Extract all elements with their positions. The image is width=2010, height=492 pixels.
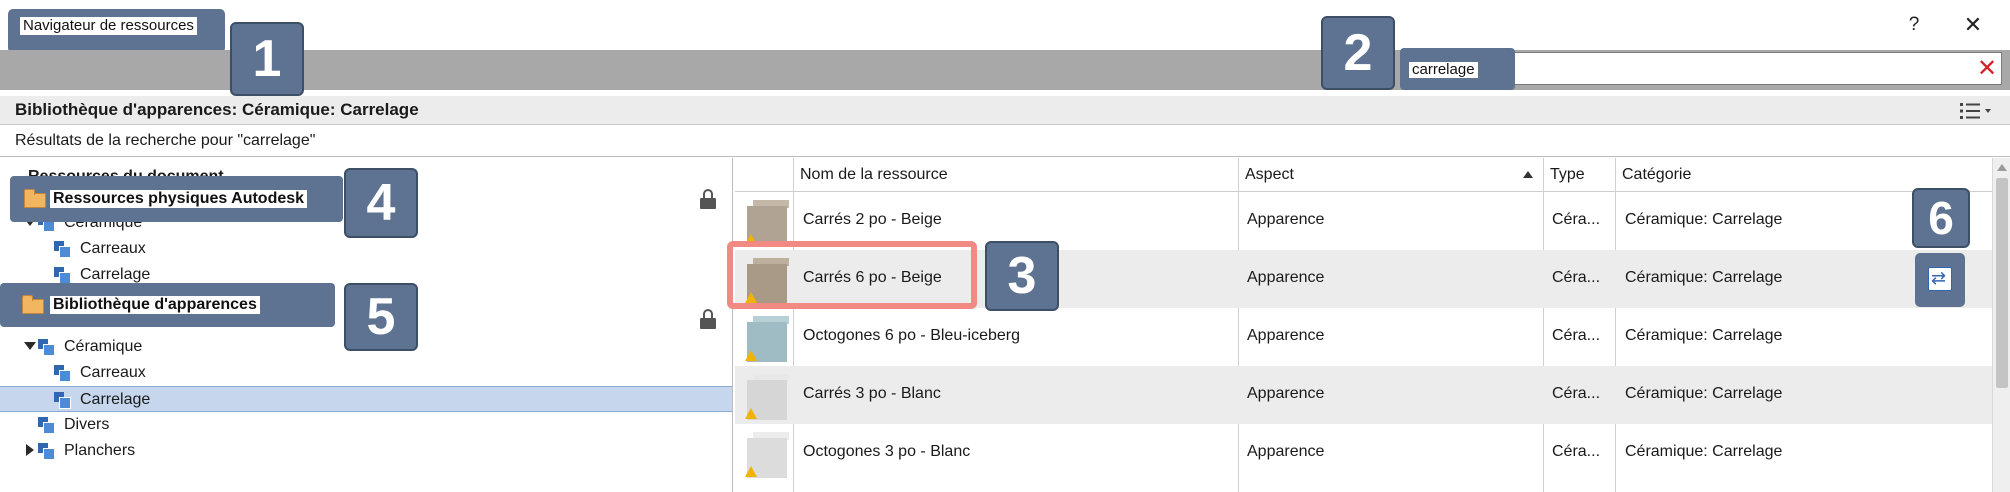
callout-5: 5 [344, 283, 418, 351]
tree-item-carreaux[interactable]: Carreaux [0, 360, 732, 386]
warning-icon [745, 350, 757, 361]
chevron-right-icon[interactable] [26, 444, 34, 456]
replace-resource-button[interactable] [1915, 253, 1965, 307]
search-value-label: carrelage [1400, 48, 1515, 90]
callout-3: 3 [985, 241, 1059, 311]
search-value: carrelage [1409, 62, 1478, 78]
grid-header: Nom de la ressource Aspect Type Catégori… [735, 158, 1992, 192]
folder-icon [22, 295, 44, 314]
material-thumbnail [745, 432, 791, 478]
window-title: Navigateur de ressources [20, 17, 197, 35]
list-view-icon[interactable] [1958, 101, 1994, 121]
lock-icon [700, 309, 716, 329]
callout-6: 6 [1912, 188, 1970, 248]
window-title-label: Navigateur de ressources [8, 9, 225, 53]
vertical-scrollbar[interactable] [1992, 158, 2010, 492]
swap-icon[interactable] [1928, 267, 1952, 291]
breadcrumb-text: Bibliothèque d'apparences: Céramique: Ca… [15, 100, 419, 119]
category-icon [38, 443, 55, 460]
table-row[interactable]: Octogones 6 po - Bleu-iceberg Apparence … [735, 308, 1992, 366]
scroll-thumb[interactable] [1996, 178, 2008, 388]
tree-item-carreaux[interactable]: Carreaux [0, 236, 732, 262]
search-results-text: Résultats de la recherche pour "carrelag… [15, 132, 316, 149]
material-thumbnail [745, 200, 791, 246]
category-icon [54, 267, 71, 284]
column-header-type[interactable]: Type [1550, 166, 1585, 184]
callout-1: 1 [230, 22, 304, 96]
tree-item-planchers[interactable]: Planchers [0, 438, 732, 464]
table-row[interactable]: Octogones 3 po - Blanc Apparence Céra...… [735, 424, 1992, 482]
chevron-down-icon[interactable] [24, 342, 36, 350]
tree-item-carrelage-selected[interactable]: Carrelage [0, 386, 732, 412]
warning-icon [745, 408, 757, 419]
tree-group-label: Ressources physiques Autodesk [50, 190, 308, 208]
category-icon [38, 417, 55, 434]
resource-grid: Nom de la ressource Aspect Type Catégori… [735, 158, 1992, 492]
material-thumbnail [745, 374, 791, 420]
callout-2: 2 [1321, 16, 1395, 90]
tree-group-label: Bibliothèque d'apparences [50, 296, 260, 314]
column-header-category[interactable]: Catégorie [1622, 166, 1691, 184]
clear-search-icon[interactable]: ✕ [1976, 57, 1998, 81]
category-icon [54, 365, 71, 382]
column-header-name[interactable]: Nom de la ressource [800, 166, 948, 184]
warning-icon [745, 466, 757, 477]
search-results-summary: Résultats de la recherche pour "carrelag… [0, 126, 2010, 157]
lock-icon [700, 189, 716, 209]
close-button[interactable]: ✕ [1958, 10, 1988, 40]
material-thumbnail [745, 316, 791, 362]
category-icon [54, 241, 71, 258]
category-icon [38, 339, 55, 356]
help-button[interactable]: ? [1899, 10, 1929, 40]
tree-item-divers[interactable]: Divers [0, 412, 732, 438]
callout-4: 4 [344, 168, 418, 238]
column-header-aspect[interactable]: Aspect [1245, 166, 1294, 184]
highlight-box [727, 241, 977, 309]
breadcrumb: Bibliothèque d'apparences: Céramique: Ca… [0, 96, 2010, 125]
scroll-up-icon[interactable] [1997, 164, 2007, 171]
sort-ascending-icon [1523, 171, 1533, 178]
folder-icon [24, 189, 46, 208]
category-icon [54, 392, 71, 409]
table-row[interactable]: Carrés 3 po - Blanc Apparence Céra... Cé… [735, 366, 1992, 424]
callout-label-4: Ressources physiques Autodesk [10, 176, 343, 222]
callout-label-5: Bibliothèque d'apparences [0, 283, 335, 327]
